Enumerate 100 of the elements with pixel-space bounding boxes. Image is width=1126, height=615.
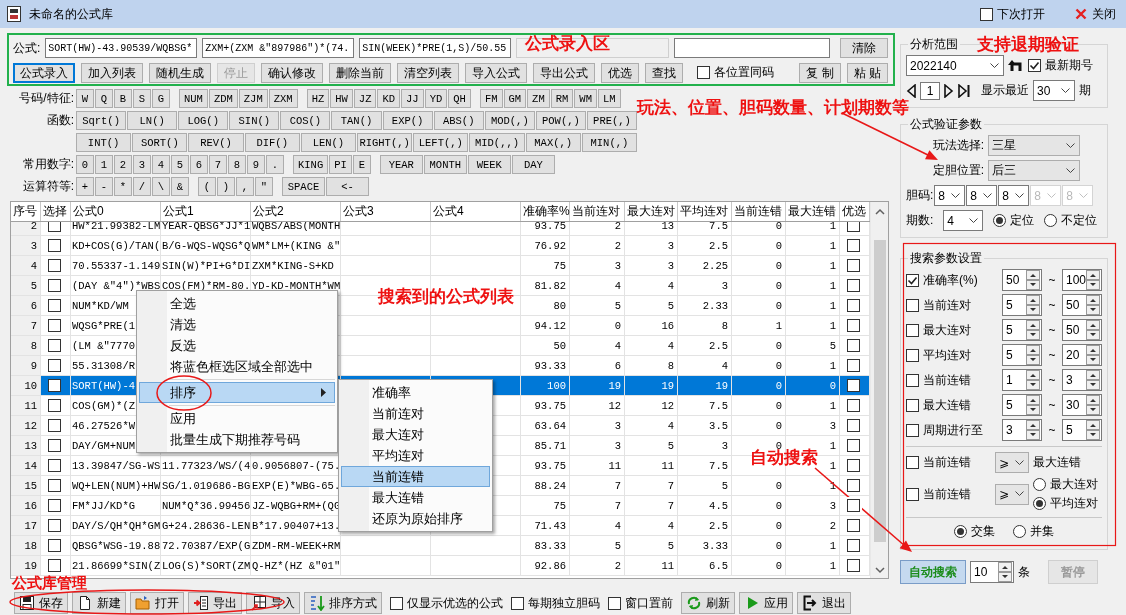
keypad-key[interactable]: FM bbox=[479, 89, 503, 108]
checkbox[interactable] bbox=[847, 379, 860, 392]
checkbox[interactable] bbox=[48, 499, 61, 512]
dropdown[interactable]: ⩾ bbox=[995, 483, 1029, 505]
keypad-key[interactable]: ABS() bbox=[433, 111, 484, 130]
keypad-key[interactable]: 9 bbox=[247, 155, 265, 174]
dropdown[interactable]: 2022140 bbox=[906, 55, 1004, 76]
keypad-key[interactable]: <- bbox=[326, 177, 369, 196]
keypad-key[interactable]: SORT() bbox=[132, 133, 188, 152]
keypad-key[interactable]: . bbox=[266, 155, 284, 174]
checkbox[interactable] bbox=[511, 596, 524, 610]
keypad-key[interactable]: MID(,,) bbox=[469, 133, 525, 152]
checkbox[interactable] bbox=[48, 319, 61, 332]
keypad-key[interactable]: SPACE bbox=[282, 177, 325, 196]
keypad-key[interactable]: MOD(,) bbox=[484, 111, 535, 130]
keypad-key[interactable]: GM bbox=[503, 89, 527, 108]
checkbox[interactable] bbox=[48, 479, 61, 492]
exit-button[interactable]: 退出 bbox=[797, 592, 851, 614]
checkbox[interactable] bbox=[48, 559, 61, 572]
toolbar-button[interactable]: 粘 贴 bbox=[846, 63, 888, 83]
keypad-key[interactable]: KD bbox=[377, 89, 401, 108]
keypad-key[interactable]: & bbox=[171, 177, 189, 196]
keypad-key[interactable]: KING bbox=[293, 155, 329, 174]
keypad-key[interactable]: HZ bbox=[306, 89, 330, 108]
keypad-key[interactable]: ) bbox=[217, 177, 235, 196]
checkbox[interactable] bbox=[48, 459, 61, 472]
dropdown[interactable]: 4 bbox=[943, 210, 984, 231]
formula-field[interactable]: SORT(HW)-43.90539/WQBSG* bbox=[45, 38, 198, 58]
toolbar-button[interactable]: 公式录入 bbox=[13, 63, 75, 83]
keypad-key[interactable]: 3 bbox=[133, 155, 151, 174]
menu-item[interactable]: 准确率 bbox=[341, 382, 490, 403]
checkbox[interactable] bbox=[847, 222, 860, 232]
dropdown[interactable]: ⩾ bbox=[995, 452, 1029, 473]
formula-field[interactable]: ZXM+(ZXM &"897986")*(74. bbox=[202, 38, 355, 58]
keypad-key[interactable]: ZJM bbox=[238, 89, 268, 108]
clear-button[interactable]: 清除 bbox=[840, 38, 888, 58]
keypad-key[interactable]: W bbox=[76, 89, 94, 108]
keypad-key[interactable]: DIF() bbox=[244, 133, 300, 152]
spin-box[interactable]: 3 bbox=[1062, 369, 1102, 391]
keypad-key[interactable]: + bbox=[76, 177, 94, 196]
toolbar-button[interactable]: 查找 bbox=[645, 63, 683, 83]
checkbox[interactable] bbox=[48, 399, 61, 412]
keypad-key[interactable]: LOG() bbox=[178, 111, 229, 130]
apply-button[interactable]: 应用 bbox=[739, 592, 793, 614]
keypad-key[interactable]: DAY bbox=[511, 155, 555, 174]
spin-box[interactable]: 5 bbox=[1002, 319, 1042, 341]
checkbox[interactable] bbox=[847, 319, 860, 332]
checkbox[interactable] bbox=[48, 539, 61, 552]
spin-box[interactable]: 50 bbox=[1062, 319, 1102, 341]
spin-box[interactable]: 50 bbox=[1062, 294, 1102, 316]
radio-button[interactable] bbox=[1013, 525, 1026, 538]
checkbox[interactable] bbox=[608, 596, 621, 610]
keypad-key[interactable]: ( bbox=[198, 177, 216, 196]
toolbar-button[interactable]: 优选 bbox=[601, 63, 639, 83]
keypad-key[interactable]: QH bbox=[448, 89, 471, 108]
keypad-key[interactable]: NUM bbox=[179, 89, 208, 108]
keypad-key[interactable]: MIN(,) bbox=[581, 133, 638, 152]
page-field[interactable]: 1 bbox=[920, 81, 940, 100]
dropdown[interactable]: 8 bbox=[966, 185, 998, 206]
checkbox[interactable] bbox=[48, 439, 61, 452]
import-button[interactable]: 导入 bbox=[246, 592, 300, 614]
open-folder-button[interactable]: 打开 bbox=[130, 592, 184, 614]
keypad-key[interactable]: * bbox=[114, 177, 132, 196]
checkbox[interactable] bbox=[980, 7, 993, 21]
checkbox[interactable] bbox=[847, 559, 860, 572]
dropdown[interactable]: 30 bbox=[1033, 80, 1075, 101]
keypad-key[interactable]: LN() bbox=[127, 111, 178, 130]
checkbox[interactable] bbox=[906, 423, 919, 437]
checkbox[interactable] bbox=[48, 339, 61, 352]
input-field[interactable] bbox=[674, 38, 831, 58]
spin-box[interactable]: 50 bbox=[1002, 269, 1042, 291]
menu-item[interactable]: 最大连对 bbox=[341, 424, 490, 445]
spin-box[interactable]: 5 bbox=[1002, 344, 1042, 366]
keypad-key[interactable]: LEFT(,) bbox=[413, 133, 469, 152]
keypad-key[interactable]: , bbox=[236, 177, 254, 196]
menu-item[interactable]: 还原为原始排序 bbox=[341, 508, 490, 529]
sort-button[interactable]: 排序方式 bbox=[304, 592, 382, 614]
keypad-key[interactable]: E bbox=[352, 155, 371, 174]
keypad-key[interactable]: WEEK bbox=[467, 155, 511, 174]
keypad-key[interactable]: - bbox=[95, 177, 113, 196]
spin-box[interactable]: 100 bbox=[1062, 269, 1102, 291]
menu-item[interactable]: 当前连对 bbox=[341, 403, 490, 424]
keypad-key[interactable]: 8 bbox=[228, 155, 246, 174]
keypad-key[interactable]: YD bbox=[424, 89, 448, 108]
keypad-key[interactable]: ZXM bbox=[268, 89, 298, 108]
keypad-key[interactable]: RM bbox=[550, 89, 574, 108]
toolbar-button[interactable]: 复 制 bbox=[799, 63, 841, 83]
keypad-key[interactable]: 7 bbox=[209, 155, 227, 174]
checkbox[interactable] bbox=[847, 459, 860, 472]
keypad-key[interactable]: 6 bbox=[190, 155, 208, 174]
keypad-key[interactable]: LM bbox=[597, 89, 621, 108]
radio-button[interactable] bbox=[1044, 214, 1058, 227]
toolbar-button[interactable]: 随机生成 bbox=[149, 63, 211, 83]
checkbox[interactable] bbox=[48, 419, 61, 432]
keypad-key[interactable]: Sqrt() bbox=[76, 111, 127, 130]
keypad-key[interactable]: REV() bbox=[188, 133, 244, 152]
keypad-key[interactable]: MAX(,) bbox=[525, 133, 581, 152]
checkbox[interactable] bbox=[1028, 59, 1041, 72]
radio-button[interactable] bbox=[954, 525, 967, 538]
keypad-key[interactable]: " bbox=[255, 177, 273, 196]
